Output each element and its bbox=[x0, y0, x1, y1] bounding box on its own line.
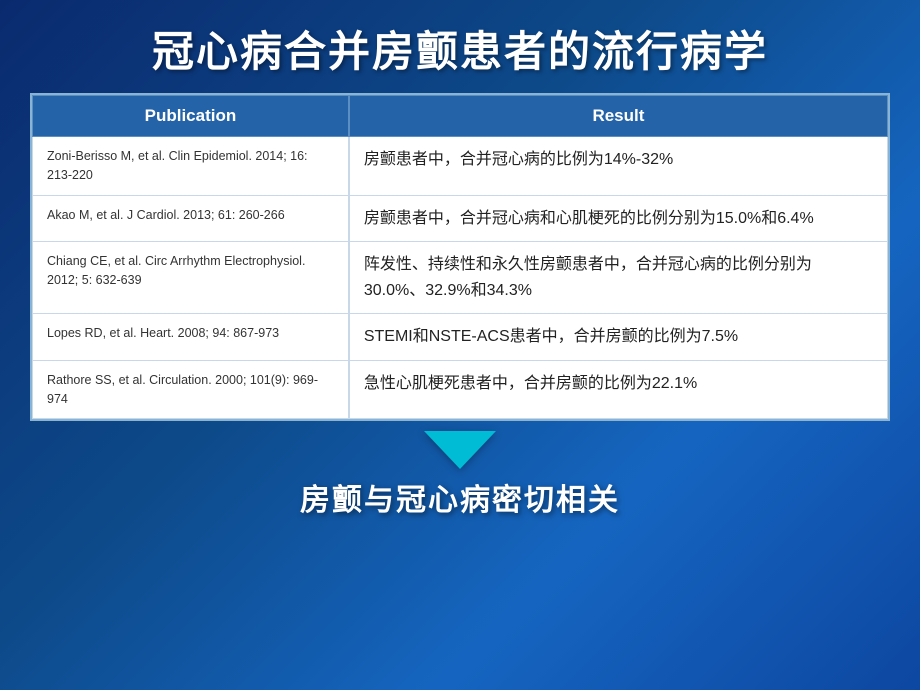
title-area: 冠心病合并房颤患者的流行病学 bbox=[0, 0, 920, 93]
cell-result: 房颤患者中，合并冠心病的比例为14%-32% bbox=[349, 137, 888, 196]
publication-table: Publication Result Zoni-Berisso M, et al… bbox=[32, 95, 888, 419]
conclusion-text: 房颤与冠心病密切相关 bbox=[300, 475, 620, 519]
cell-result: 阵发性、持续性和永久性房颤患者中，合并冠心病的比例分别为30.0%、32.9%和… bbox=[349, 242, 888, 314]
cell-publication: Rathore SS, et al. Circulation. 2000; 10… bbox=[33, 360, 349, 419]
cell-publication: Lopes RD, et al. Heart. 2008; 94: 867-97… bbox=[33, 314, 349, 361]
cell-result: 房颤患者中，合并冠心病和心肌梗死的比例分别为15.0%和6.4% bbox=[349, 195, 888, 242]
col-publication: Publication bbox=[33, 96, 349, 137]
table-row: Zoni-Berisso M, et al. Clin Epidemiol. 2… bbox=[33, 137, 888, 196]
col-result: Result bbox=[349, 96, 888, 137]
cell-publication: Akao M, et al. J Cardiol. 2013; 61: 260-… bbox=[33, 195, 349, 242]
down-arrow-icon bbox=[424, 431, 496, 469]
cell-publication: Zoni-Berisso M, et al. Clin Epidemiol. 2… bbox=[33, 137, 349, 196]
table-row: Rathore SS, et al. Circulation. 2000; 10… bbox=[33, 360, 888, 419]
table-row: Akao M, et al. J Cardiol. 2013; 61: 260-… bbox=[33, 195, 888, 242]
cell-result: 急性心肌梗死患者中，合并房颤的比例为22.1% bbox=[349, 360, 888, 419]
table-row: Lopes RD, et al. Heart. 2008; 94: 867-97… bbox=[33, 314, 888, 361]
bottom-area: 房颤与冠心病密切相关 bbox=[0, 421, 920, 519]
data-table-container: Publication Result Zoni-Berisso M, et al… bbox=[30, 93, 890, 421]
cell-result: STEMI和NSTE-ACS患者中，合并房颤的比例为7.5% bbox=[349, 314, 888, 361]
table-header-row: Publication Result bbox=[33, 96, 888, 137]
page-title: 冠心病合并房颤患者的流行病学 bbox=[30, 18, 890, 79]
table-row: Chiang CE, et al. Circ Arrhythm Electrop… bbox=[33, 242, 888, 314]
cell-publication: Chiang CE, et al. Circ Arrhythm Electrop… bbox=[33, 242, 349, 314]
